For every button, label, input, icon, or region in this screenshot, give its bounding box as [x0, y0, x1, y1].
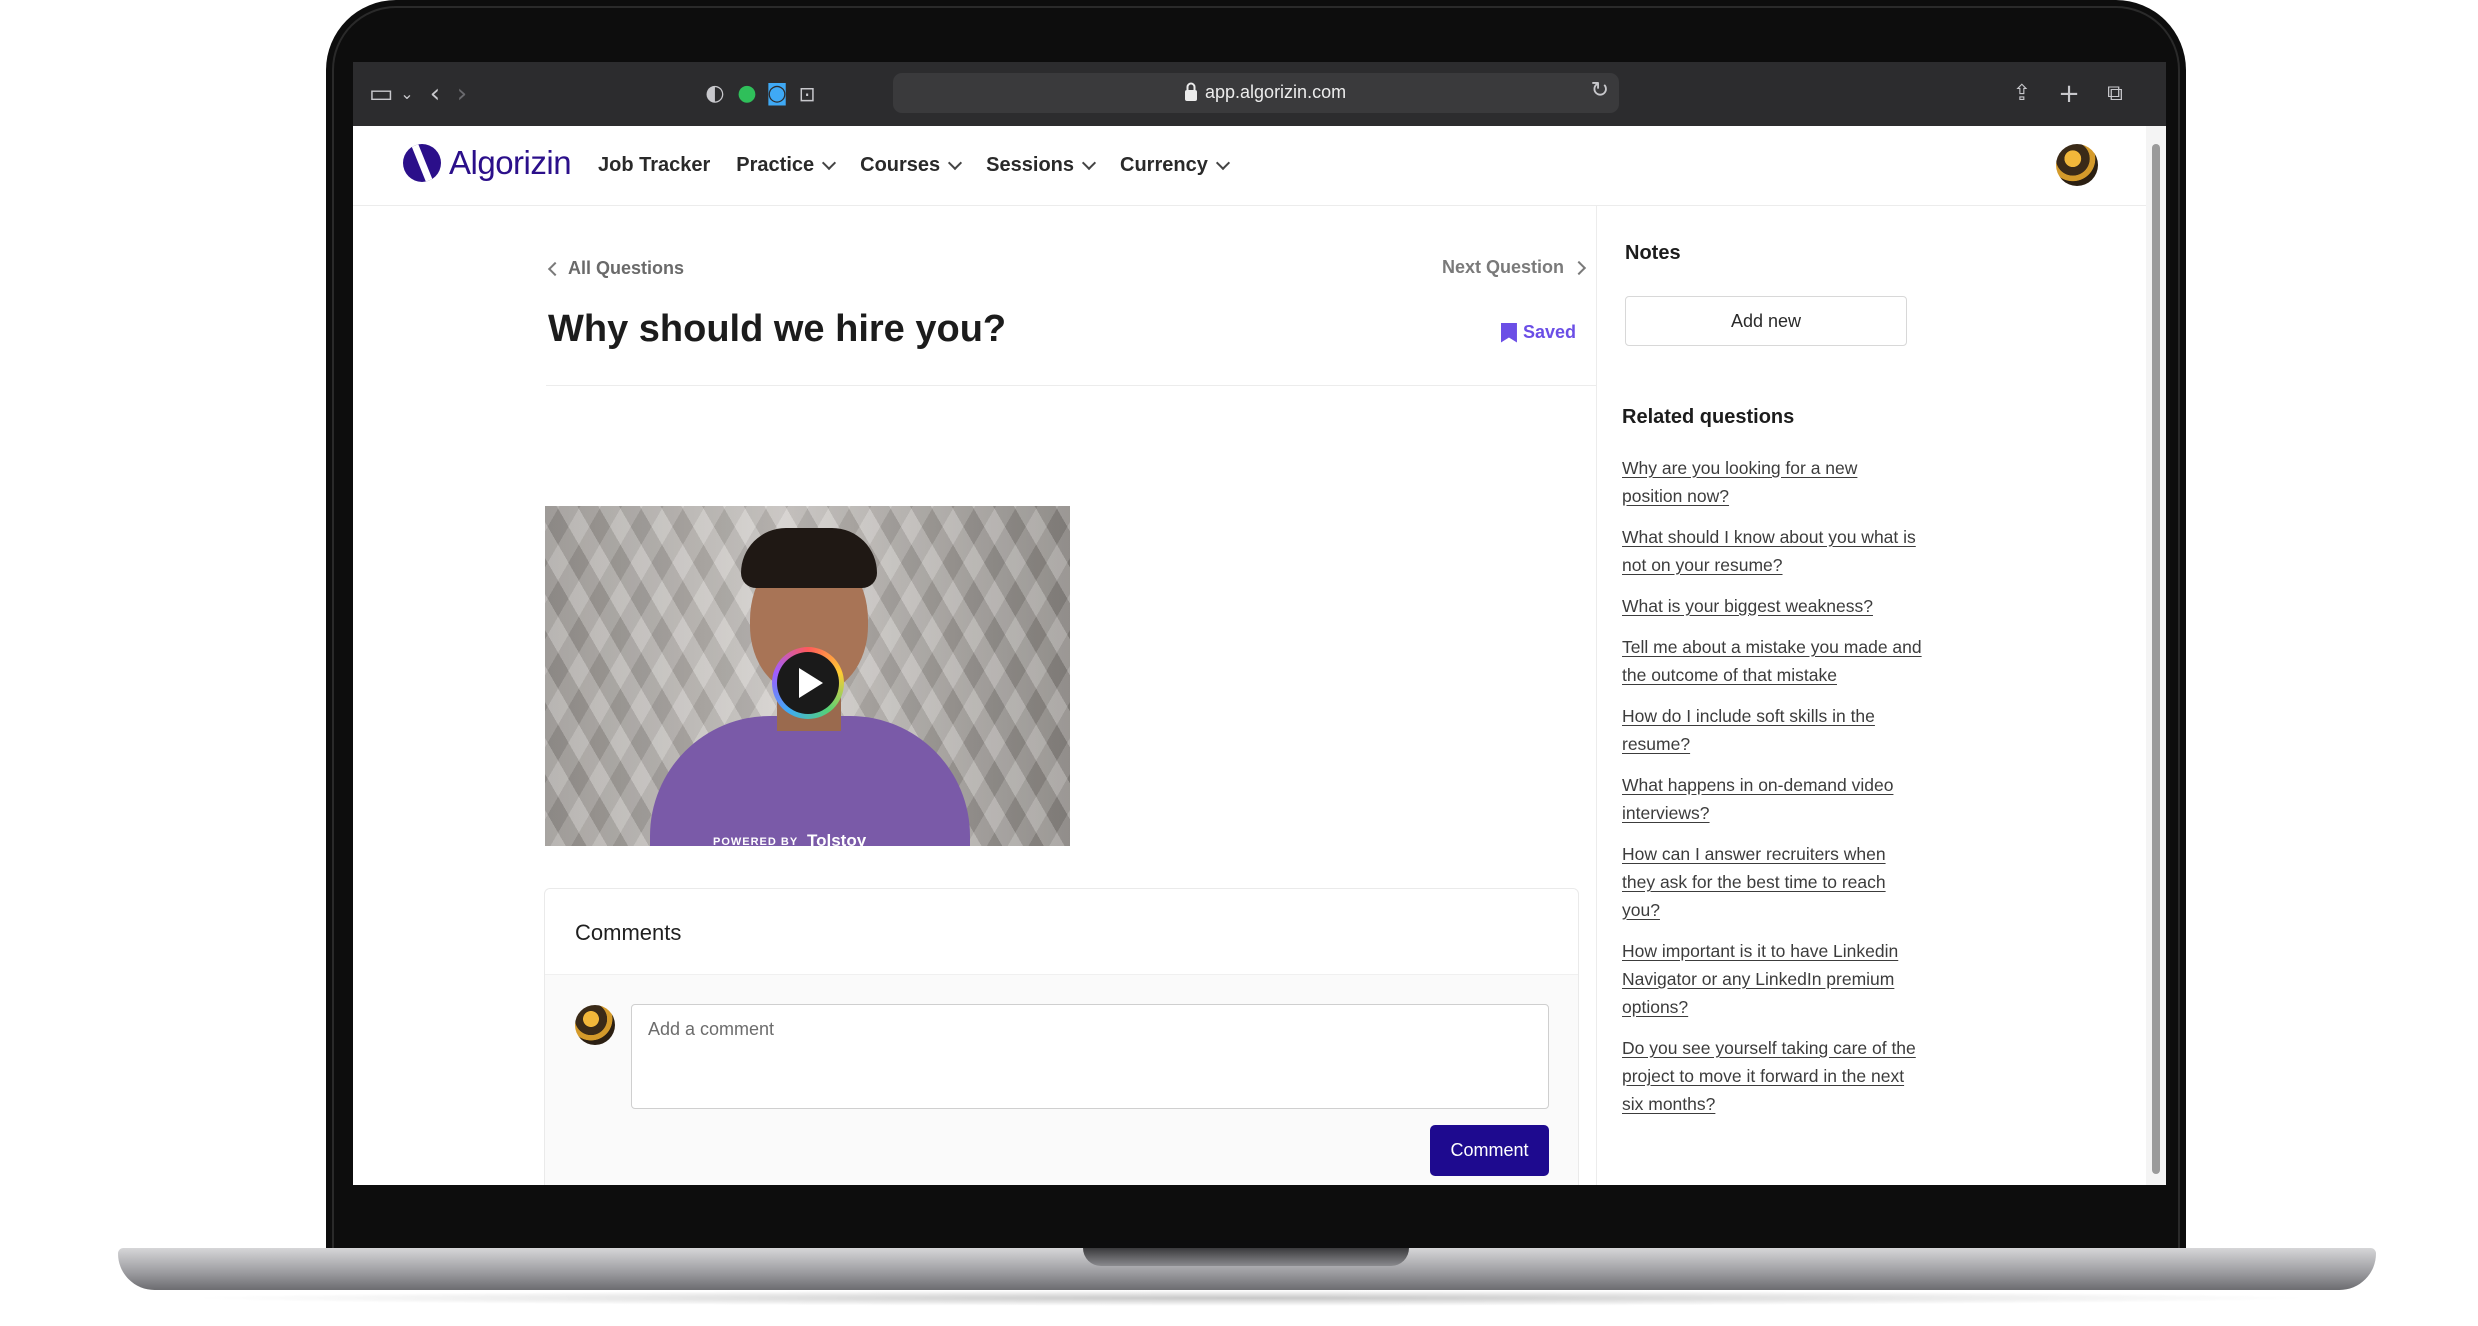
nav-item-courses[interactable]: Courses — [860, 154, 963, 177]
nav-item-sessions[interactable]: Sessions — [986, 154, 1097, 177]
list-item: Do you see yourself taking care of the p… — [1622, 1034, 1922, 1118]
saved-label: Saved — [1522, 322, 1576, 342]
forward-arrow-icon[interactable]: › — [448, 80, 476, 108]
nav-item-currency[interactable]: Currency — [1120, 154, 1230, 177]
grammarly-icon[interactable]: ● — [733, 80, 761, 108]
related-question-link[interactable]: How can I answer recruiters when they as… — [1622, 840, 1922, 924]
list-item: What is your biggest weakness? — [1622, 592, 1922, 620]
comments-title: Comments — [545, 889, 1578, 975]
chevron-left-icon — [547, 261, 563, 276]
list-item: What should I know about you what is not… — [1622, 523, 1922, 579]
shield-icon[interactable]: ◐ — [701, 80, 729, 108]
video-brand-label: Tolstoy — [807, 831, 867, 846]
next-question-link[interactable]: Next Question — [1441, 257, 1587, 278]
list-item: Why are you looking for a new position n… — [1622, 454, 1922, 510]
back-arrow-icon[interactable]: ‹ — [421, 80, 449, 108]
laptop-mockup: ▭ ⌄ ‹ › ◐ ● ◙ ⊡ app.algorizin.com ↻ ⇪ + … — [0, 0, 2478, 1326]
divider — [546, 385, 1596, 386]
screenshot-icon[interactable]: ⊡ — [793, 80, 821, 108]
new-tab-icon[interactable]: + — [2055, 80, 2083, 108]
video-person-hair — [741, 528, 877, 588]
nav-label: Currency — [1120, 154, 1208, 176]
related-question-link[interactable]: How do I include soft skills in the resu… — [1622, 702, 1922, 758]
main-nav: Job Tracker Practice Courses Sessions Cu… — [598, 154, 1230, 177]
comment-composer: Comment — [545, 975, 1578, 1185]
chevron-down-icon[interactable]: ⌄ — [393, 80, 421, 108]
chevron-down-icon — [1081, 155, 1097, 170]
bookmark-icon — [1500, 322, 1517, 343]
share-icon[interactable]: ⇪ — [2008, 80, 2036, 108]
nav-label: Sessions — [986, 154, 1074, 176]
related-question-link[interactable]: What happens in on-demand video intervie… — [1622, 771, 1922, 827]
reload-icon[interactable]: ↻ — [1591, 78, 1609, 103]
logo-text: Algorizin — [449, 144, 572, 181]
chevron-down-icon — [822, 155, 837, 170]
related-questions-list: Why are you looking for a new position n… — [1622, 454, 1922, 1131]
app-header: Algorizin Job Tracker Practice Courses S… — [353, 126, 2146, 206]
related-question-link[interactable]: Do you see yourself taking care of the p… — [1622, 1034, 1922, 1118]
list-item: Tell me about a mistake you made and the… — [1622, 633, 1922, 689]
comment-submit-button[interactable]: Comment — [1430, 1125, 1549, 1176]
chevron-right-icon — [1571, 260, 1587, 275]
related-question-link[interactable]: Why are you looking for a new position n… — [1622, 454, 1922, 510]
chevron-down-icon — [1215, 155, 1230, 170]
tabs-overview-icon[interactable]: ⧉ — [2101, 80, 2129, 108]
nav-label: Practice — [736, 154, 815, 176]
page-scrollbar[interactable] — [2146, 126, 2166, 1185]
back-label: All Questions — [568, 258, 685, 278]
page-title: Why should we hire you? — [548, 308, 1007, 350]
address-bar[interactable]: app.algorizin.com ↻ — [893, 73, 1619, 113]
list-item: How can I answer recruiters when they as… — [1622, 840, 1922, 924]
nav-item-practice[interactable]: Practice — [736, 154, 837, 177]
logo-icon — [403, 144, 441, 182]
url-text: app.algorizin.com — [1205, 82, 1347, 102]
notes-title: Notes — [1625, 242, 1681, 264]
next-label: Next Question — [1441, 257, 1564, 277]
pocket-icon[interactable]: ◙ — [763, 80, 791, 108]
play-icon — [799, 668, 823, 698]
list-item: How important is it to have Linkedin Nav… — [1622, 937, 1922, 1021]
comment-input[interactable] — [631, 1004, 1549, 1109]
laptop-notch — [1083, 1248, 1409, 1266]
scrollbar-thumb[interactable] — [2152, 144, 2160, 1174]
nav-label: Job Tracker — [598, 154, 711, 176]
question-main: All Questions Next Question Why should w… — [353, 206, 1596, 1185]
powered-by-label: POWERED BY — [713, 836, 799, 846]
chevron-down-icon — [948, 155, 963, 170]
list-item: What happens in on-demand video intervie… — [1622, 771, 1922, 827]
saved-button[interactable]: Saved — [1500, 322, 1576, 343]
browser-toolbar: ▭ ⌄ ‹ › ◐ ● ◙ ⊡ app.algorizin.com ↻ ⇪ + … — [353, 62, 2166, 126]
laptop-shadow — [180, 1290, 2320, 1306]
sidebar-toggle-icon[interactable]: ▭ — [367, 80, 395, 108]
screen: ▭ ⌄ ‹ › ◐ ● ◙ ⊡ app.algorizin.com ↻ ⇪ + … — [353, 62, 2166, 1185]
user-avatar[interactable] — [2056, 144, 2098, 186]
related-question-link[interactable]: What should I know about you what is not… — [1622, 523, 1922, 579]
related-question-link[interactable]: How important is it to have Linkedin Nav… — [1622, 937, 1922, 1021]
play-button[interactable] — [772, 647, 844, 719]
related-question-link[interactable]: What is your biggest weakness? — [1622, 592, 1922, 620]
avatar — [575, 1005, 615, 1045]
video-player[interactable]: POWERED BY Tolstoy — [545, 506, 1070, 846]
lock-icon — [1185, 82, 1197, 101]
related-question-link[interactable]: Tell me about a mistake you made and the… — [1622, 633, 1922, 689]
add-note-button[interactable]: Add new — [1625, 296, 1907, 346]
play-button-inner — [777, 652, 839, 714]
logo[interactable]: Algorizin — [403, 144, 572, 182]
comments-card: Comments Comment — [544, 888, 1579, 1185]
nav-item-job-tracker[interactable]: Job Tracker — [598, 154, 710, 177]
all-questions-link[interactable]: All Questions — [547, 258, 685, 279]
related-questions-title: Related questions — [1622, 406, 1795, 428]
right-sidebar: Notes Add new Related questions Why are … — [1596, 206, 2146, 1185]
nav-label: Courses — [860, 154, 941, 176]
list-item: How do I include soft skills in the resu… — [1622, 702, 1922, 758]
